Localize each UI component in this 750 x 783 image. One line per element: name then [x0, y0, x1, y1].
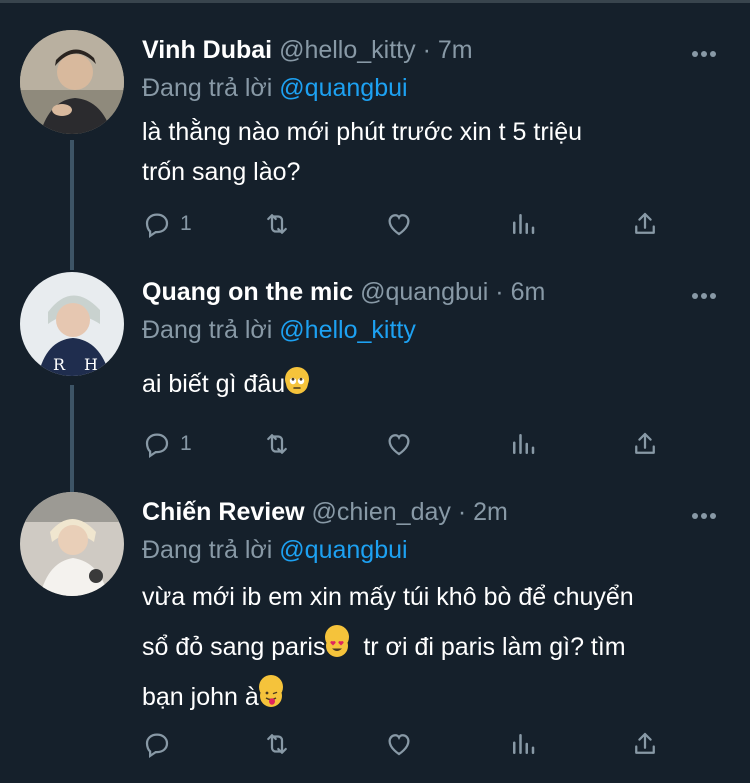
replying-prefix: Đang trả lời [142, 536, 273, 564]
mention-link[interactable]: @quangbui [279, 74, 407, 102]
retweet-icon [267, 214, 287, 234]
like-button[interactable] [384, 426, 414, 462]
user-handle[interactable]: @hello_kitty [279, 36, 416, 64]
tweet-text-segment: tr ơi đi paris làm gì? tìm [349, 633, 626, 661]
tweet-text-line: vừa mới ib em xin mấy túi khô bò để chuy… [142, 583, 634, 611]
avatar[interactable] [20, 30, 124, 134]
separator-dot: · [495, 278, 504, 306]
share-button[interactable] [630, 726, 660, 762]
rolling-eyes-emoji [285, 367, 310, 394]
retweet-icon [267, 734, 287, 754]
tweet-text: ai biết gì đâu [142, 364, 732, 404]
replying-to: Đang trả lời @quangbui [142, 70, 408, 106]
reply-count: 1 [180, 432, 192, 455]
tweet-header: Chiến Review @chien_day · 2m [142, 492, 508, 532]
svg-text:R: R [53, 355, 66, 374]
tweet-text: là thằng nào mới phút trước xin t 5 triệ… [142, 112, 732, 192]
tweet-text-line: sổ đỏ sang paris tr ơi đi paris làm gì? … [142, 622, 732, 672]
heart-icon [388, 734, 410, 756]
more-options-icon[interactable] [692, 44, 722, 57]
reply-icon [145, 433, 169, 458]
replying-prefix: Đang trả lời [142, 74, 273, 102]
tweet-actions: 1 [142, 206, 682, 242]
retweet-button[interactable] [262, 206, 292, 242]
avatar[interactable] [20, 492, 124, 596]
like-button[interactable] [384, 206, 414, 242]
heart-icon [388, 434, 410, 456]
tweet-text-line: bạn john à [142, 672, 732, 722]
tweet[interactable]: R H Quang on the mic @quangbui · 6m Đang… [0, 272, 750, 492]
retweet-icon [267, 434, 287, 454]
avatar[interactable]: R H [20, 272, 124, 376]
timestamp[interactable]: 2m [473, 498, 508, 526]
tweet-text-segment: sổ đỏ sang paris [142, 633, 326, 661]
replying-to: Đang trả lời @hello_kitty [142, 312, 416, 348]
reply-button[interactable] [142, 726, 172, 762]
user-handle[interactable]: @chien_day [312, 498, 451, 526]
replying-to: Đang trả lời @quangbui [142, 532, 408, 568]
analytics-button[interactable] [508, 726, 538, 762]
reply-button[interactable]: 1 [142, 426, 192, 462]
mention-link[interactable]: @hello_kitty [279, 316, 416, 344]
tweet-header: Quang on the mic @quangbui · 6m [142, 272, 545, 312]
heart-icon [388, 214, 410, 236]
tweet[interactable]: Vinh Dubai @hello_kitty · 7m Đang trả lờ… [0, 30, 750, 250]
reply-icon [145, 213, 169, 238]
analytics-icon [513, 434, 535, 454]
tweet-text-line: ai biết gì đâu [142, 370, 286, 398]
analytics-icon [513, 734, 535, 754]
retweet-button[interactable] [262, 426, 292, 462]
analytics-button[interactable] [508, 426, 538, 462]
tweet-text-line: trốn sang lào? [142, 158, 301, 186]
share-button[interactable] [630, 426, 660, 462]
tweet-header: Vinh Dubai @hello_kitty · 7m [142, 30, 473, 70]
reply-count: 1 [180, 212, 192, 235]
tweet-text-line: là thằng nào mới phút trước xin t 5 triệ… [142, 118, 583, 146]
retweet-button[interactable] [262, 726, 292, 762]
analytics-button[interactable] [508, 206, 538, 242]
tweet-text: vừa mới ib em xin mấy túi khô bò để chuy… [142, 572, 732, 722]
timestamp[interactable]: 7m [438, 36, 473, 64]
svg-text:H: H [84, 355, 98, 374]
tweet[interactable]: Chiến Review @chien_day · 2m Đang trả lờ… [0, 492, 750, 772]
tweet-actions: 1 [142, 426, 682, 462]
share-icon [635, 732, 655, 754]
mention-link[interactable]: @quangbui [279, 536, 407, 564]
like-button[interactable] [384, 726, 414, 762]
replying-prefix: Đang trả lời [142, 316, 273, 344]
more-options-icon[interactable] [692, 286, 722, 299]
heart-eyes-emoji [325, 625, 350, 657]
display-name[interactable]: Chiến Review [142, 498, 305, 526]
separator-dot: · [422, 36, 431, 64]
reply-button[interactable]: 1 [142, 206, 192, 242]
tweet-text-segment: bạn john à [142, 683, 259, 711]
separator-dot: · [457, 498, 467, 526]
timestamp[interactable]: 6m [511, 278, 546, 306]
more-options-icon[interactable] [692, 506, 722, 519]
user-handle[interactable]: @quangbui [360, 278, 488, 306]
display-name[interactable]: Vinh Dubai [142, 36, 272, 64]
share-icon [635, 212, 655, 234]
share-button[interactable] [630, 206, 660, 242]
analytics-icon [513, 214, 535, 234]
display-name[interactable]: Quang on the mic [142, 278, 353, 306]
share-icon [635, 432, 655, 454]
tweet-actions [142, 726, 682, 762]
top-divider [0, 0, 750, 3]
tongue-out-emoji [258, 675, 283, 707]
reply-icon [145, 733, 169, 758]
